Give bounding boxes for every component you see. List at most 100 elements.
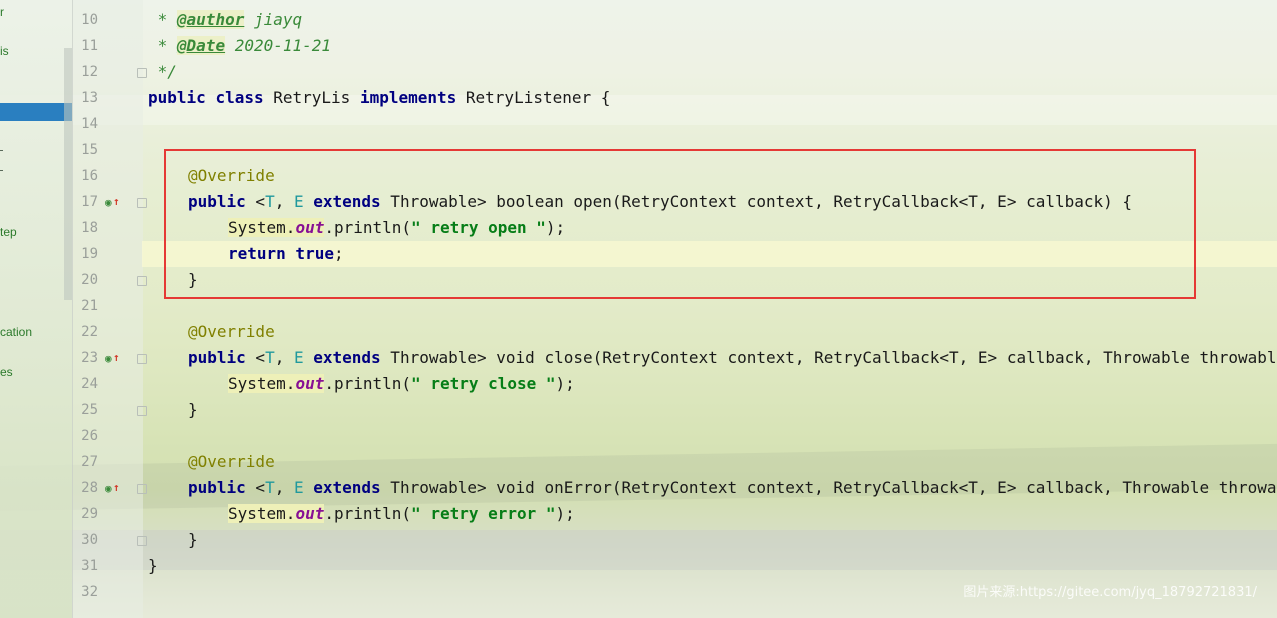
- type-param: T: [265, 478, 275, 497]
- fold-marker-icon[interactable]: [137, 276, 147, 286]
- type-param: E: [293, 478, 304, 497]
- project-item[interactable]: es: [0, 365, 13, 379]
- project-item[interactable]: is: [0, 44, 9, 58]
- line-number: 17: [81, 194, 98, 210]
- navigate-to-super-icon[interactable]: ↑: [113, 351, 120, 365]
- implementing-method-icon[interactable]: ◉: [105, 196, 112, 210]
- project-panel[interactable]: r is tep cation es: [0, 0, 72, 618]
- code-line[interactable]: public <T, E extends Throwable> void onE…: [188, 475, 1277, 501]
- keyword: extends: [303, 478, 381, 497]
- keyword: class: [215, 88, 264, 107]
- fold-marker-icon[interactable]: [137, 406, 147, 416]
- code-text: System.: [228, 374, 296, 393]
- string-literal: " retry error ": [411, 504, 556, 523]
- code-line[interactable]: public class RetryLis implements RetryLi…: [148, 85, 610, 111]
- project-scrollbar[interactable]: [64, 48, 72, 300]
- line-number: 22: [81, 324, 98, 340]
- fold-marker-icon[interactable]: [137, 536, 147, 546]
- comment-text: *: [148, 36, 177, 55]
- fold-marker-icon[interactable]: [137, 354, 147, 364]
- code-line[interactable]: System.out.println(" retry close ");: [228, 371, 575, 397]
- line-number: 18: [81, 220, 98, 236]
- implementing-method-icon[interactable]: ◉: [105, 482, 112, 496]
- javadoc-tag: @author: [176, 10, 245, 29]
- red-highlight-box: [164, 149, 1196, 299]
- code-line[interactable]: * @author jiayq: [148, 7, 302, 33]
- project-item[interactable]: cation: [0, 325, 32, 339]
- line-number: 15: [81, 142, 98, 158]
- project-item[interactable]: tep: [0, 225, 17, 239]
- line-number: 23: [81, 350, 98, 366]
- implementing-method-icon[interactable]: ◉: [105, 352, 112, 366]
- field-ref: out: [295, 504, 325, 523]
- comment-text: */: [148, 62, 177, 81]
- line-number: 10: [81, 12, 98, 28]
- line-number: 16: [81, 168, 98, 184]
- fold-marker-icon[interactable]: [137, 484, 147, 494]
- line-number: 19: [81, 246, 98, 262]
- watermark: 图片来源:https://gitee.com/jyq_18792721831/: [963, 585, 1257, 600]
- navigate-to-super-icon[interactable]: ↑: [113, 481, 120, 495]
- type-param: E: [293, 348, 304, 367]
- string-literal: " retry close ": [411, 374, 556, 393]
- line-number: 24: [81, 376, 98, 392]
- keyword: extends: [303, 348, 381, 367]
- comment-text: *: [148, 10, 177, 29]
- line-number: 32: [81, 584, 98, 600]
- fold-marker-icon[interactable]: [137, 198, 147, 208]
- code-text: }: [188, 400, 198, 419]
- comment-text: jiayq: [244, 10, 303, 29]
- project-tree-mark: [0, 170, 3, 171]
- line-number: 20: [81, 272, 98, 288]
- class-name: RetryLis: [263, 88, 360, 107]
- method-signature: void onError(RetryContext context, Retry…: [486, 478, 1277, 497]
- line-number: 27: [81, 454, 98, 470]
- code-text: );: [555, 504, 575, 523]
- code-line[interactable]: public <T, E extends Throwable> void clo…: [188, 345, 1277, 371]
- line-number: 11: [81, 38, 98, 54]
- code-text: Throwable>: [380, 348, 487, 367]
- project-item-selected[interactable]: [0, 103, 72, 121]
- code-line[interactable]: @Override: [188, 449, 275, 475]
- line-number: 28: [81, 480, 98, 496]
- line-number: 25: [81, 402, 98, 418]
- code-line[interactable]: System.out.println(" retry error ");: [228, 501, 575, 527]
- method-signature: void close(RetryContext context, RetryCa…: [486, 348, 1277, 367]
- code-line[interactable]: }: [148, 553, 158, 579]
- project-item[interactable]: r: [0, 5, 4, 19]
- line-number: 21: [81, 298, 98, 314]
- keyword: public: [188, 478, 246, 497]
- field-ref: out: [295, 374, 325, 393]
- code-text: <: [245, 478, 266, 497]
- code-text: System.: [228, 504, 296, 523]
- code-text: Throwable>: [380, 478, 487, 497]
- type-param: T: [265, 348, 275, 367]
- comment-text: 2020-11-21: [225, 36, 332, 55]
- line-number: 29: [81, 506, 98, 522]
- code-text: ,: [274, 348, 294, 367]
- code-line[interactable]: }: [188, 397, 198, 423]
- line-number: 31: [81, 558, 98, 574]
- annotation: @Override: [188, 452, 275, 471]
- line-number: 14: [81, 116, 98, 132]
- code-line[interactable]: */: [148, 59, 177, 85]
- code-text: .println(: [324, 374, 412, 393]
- javadoc-tag: @Date: [176, 36, 226, 55]
- line-number: 30: [81, 532, 98, 548]
- code-text: <: [245, 348, 266, 367]
- code-text: .println(: [324, 504, 412, 523]
- line-number: 13: [81, 90, 98, 106]
- code-text: }: [148, 556, 158, 575]
- interface-name: RetryListener {: [456, 88, 611, 107]
- code-text: }: [188, 530, 198, 549]
- fold-marker-icon[interactable]: [137, 68, 147, 78]
- keyword: public: [188, 348, 246, 367]
- annotation: @Override: [188, 322, 275, 341]
- navigate-to-super-icon[interactable]: ↑: [113, 195, 120, 209]
- code-line[interactable]: @Override: [188, 319, 275, 345]
- project-tree-mark: [0, 150, 3, 151]
- code-line[interactable]: }: [188, 527, 198, 553]
- keyword: implements: [359, 88, 457, 107]
- code-line[interactable]: * @Date 2020-11-21: [148, 33, 331, 59]
- keyword: public: [148, 88, 206, 107]
